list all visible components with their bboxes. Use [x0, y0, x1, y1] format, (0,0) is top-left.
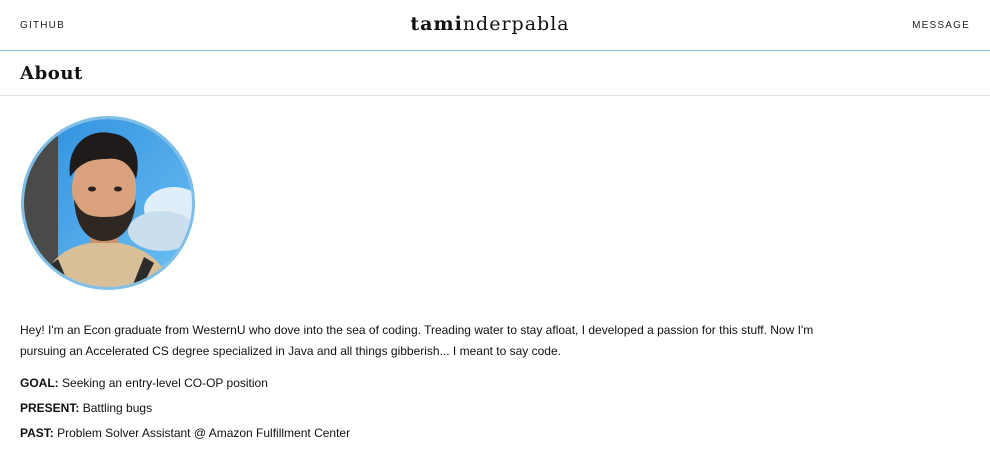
avatar-illustration: [24, 119, 192, 287]
past-label: PAST:: [20, 426, 54, 440]
present-label: PRESENT:: [20, 401, 80, 415]
goal-line: GOAL: Seeking an entry-level CO-OP posit…: [20, 376, 268, 390]
past-line: PAST: Problem Solver Assistant @ Amazon …: [20, 426, 350, 440]
present-value: Battling bugs: [82, 401, 153, 415]
brand-part-2: nder: [462, 13, 512, 35]
brand-part-3: pabla: [511, 13, 570, 35]
goal-label: GOAL:: [20, 376, 59, 390]
avatar: [21, 116, 195, 290]
page-title: About: [20, 63, 83, 84]
message-link[interactable]: MESSAGE: [912, 20, 970, 31]
brand-part-1: tami: [410, 13, 463, 35]
present-line: PRESENT: Battling bugs: [20, 401, 152, 415]
site-brand[interactable]: taminderpabla: [0, 13, 980, 35]
site-header: GITHUB taminderpabla MESSAGE: [0, 0, 990, 51]
past-value: Problem Solver Assistant @ Amazon Fulfil…: [57, 426, 351, 440]
goal-value: Seeking an entry-level CO-OP position: [62, 376, 268, 390]
bio-paragraph: Hey! I'm an Econ graduate from WesternU …: [20, 323, 814, 358]
section-header: About: [0, 52, 990, 96]
